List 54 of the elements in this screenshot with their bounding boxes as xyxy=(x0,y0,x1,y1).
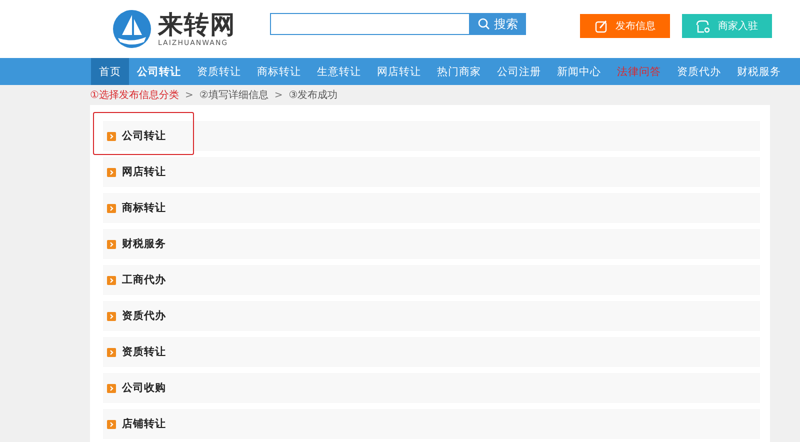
nav-link[interactable]: 商标转让 xyxy=(249,58,309,85)
button-label: 发布信息 xyxy=(616,20,656,33)
publish-button[interactable]: 发布信息 xyxy=(580,14,670,38)
category-item[interactable]: 工商代办 xyxy=(103,265,760,295)
category-label: 商标转让 xyxy=(122,201,166,215)
nav-link[interactable]: 网店转让 xyxy=(369,58,429,85)
nav-link[interactable]: 公司注册 xyxy=(489,58,549,85)
chevron-icon xyxy=(107,420,116,428)
merchant-button[interactable]: 商家入驻 xyxy=(682,14,772,38)
category-label: 公司转让 xyxy=(122,129,166,143)
category-label: 财税服务 xyxy=(122,237,166,251)
chevron-icon xyxy=(107,132,116,140)
step-label: ①选择发布信息分类 xyxy=(90,88,179,102)
step-separator: > xyxy=(184,90,194,100)
nav-link[interactable]: 热门商家 xyxy=(429,58,489,85)
nav-link[interactable]: 首页 xyxy=(91,58,129,85)
category-item[interactable]: 商标转让 xyxy=(103,193,760,223)
chevron-icon xyxy=(107,312,116,320)
search-field[interactable] xyxy=(270,13,470,35)
chevron-icon xyxy=(107,240,116,248)
search-icon xyxy=(478,18,490,30)
sailboat-logo-icon xyxy=(112,9,152,49)
category-label: 店铺转让 xyxy=(122,417,166,431)
category-item[interactable]: 财税服务 xyxy=(103,229,760,259)
category-label: 公司收购 xyxy=(122,381,166,395)
category-label: 网店转让 xyxy=(122,165,166,179)
nav-link[interactable]: 公司转让 xyxy=(129,58,189,85)
step-label: ②填写详细信息 xyxy=(199,88,268,102)
category-label: 资质转让 xyxy=(122,345,166,359)
edit-icon xyxy=(594,20,608,32)
chevron-icon xyxy=(107,168,116,176)
nav-link[interactable]: 资质代办 xyxy=(669,58,729,85)
search-button[interactable]: 搜索 xyxy=(470,13,526,35)
category-label: 资质代办 xyxy=(122,309,166,323)
category-item[interactable]: 公司收购 xyxy=(103,373,760,403)
button-label: 商家入驻 xyxy=(718,20,758,33)
step-separator: > xyxy=(274,90,283,100)
chevron-icon xyxy=(107,204,116,212)
nav-link[interactable]: 新闻中心 xyxy=(549,58,609,85)
step-label: ③发布成功 xyxy=(288,88,338,102)
category-item[interactable]: 网店转让 xyxy=(103,157,760,187)
nav-link[interactable]: 资质转让 xyxy=(189,58,249,85)
category-label: 工商代办 xyxy=(122,273,166,287)
category-item[interactable]: 资质转让 xyxy=(103,337,760,367)
chevron-icon xyxy=(107,384,116,392)
category-item[interactable]: 店铺转让 xyxy=(103,409,760,439)
shop-icon xyxy=(696,20,710,32)
logo-text: 来转网 xyxy=(158,11,236,39)
chevron-icon xyxy=(107,348,116,356)
nav-link[interactable]: 财税服务 xyxy=(729,58,789,85)
nav-link[interactable]: 生意转让 xyxy=(309,58,369,85)
category-item[interactable]: 公司转让 xyxy=(103,121,760,151)
chevron-icon xyxy=(107,276,116,284)
category-item[interactable]: 资质代办 xyxy=(103,301,760,331)
